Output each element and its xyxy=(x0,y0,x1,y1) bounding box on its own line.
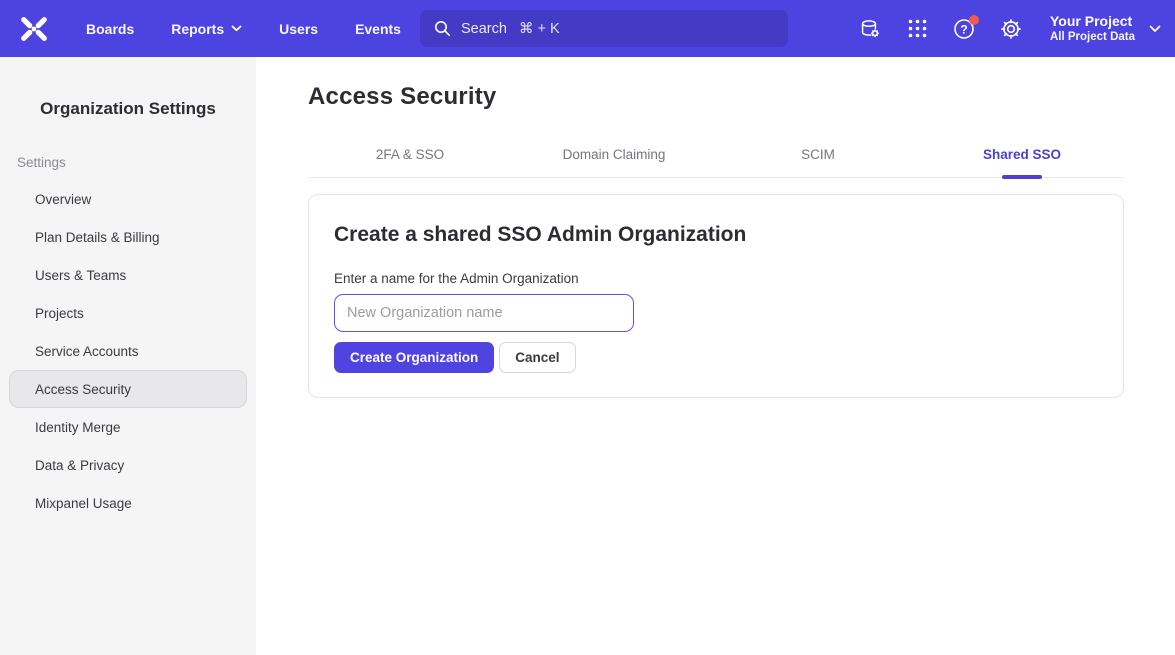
search-input[interactable]: Search ⌘ + K xyxy=(420,10,788,47)
sidebar-item-overview[interactable]: Overview xyxy=(9,180,247,218)
topbar-right: ? Your Project All Project Data xyxy=(859,0,1161,57)
sidebar-title: Organization Settings xyxy=(0,99,256,119)
project-name: Your Project xyxy=(1050,13,1135,30)
data-management-icon[interactable] xyxy=(859,18,881,40)
card-title: Create a shared SSO Admin Organization xyxy=(334,223,1098,247)
search-placeholder: Search xyxy=(461,21,507,37)
project-selector[interactable]: Your Project All Project Data xyxy=(1050,13,1161,45)
mixpanel-logo[interactable] xyxy=(16,13,52,44)
sidebar-item-users-teams[interactable]: Users & Teams xyxy=(9,256,247,294)
settings-gear-icon[interactable] xyxy=(1000,18,1022,40)
project-scope: All Project Data xyxy=(1050,30,1135,45)
access-security-tabs: 2FA & SSO Domain Claiming SCIM Shared SS… xyxy=(308,122,1124,178)
topbar: Boards Reports Users Events Search ⌘ + K xyxy=(0,0,1175,57)
org-name-field-label: Enter a name for the Admin Organization xyxy=(334,271,1098,286)
chevron-down-icon xyxy=(231,25,242,32)
sidebar-item-service-accounts[interactable]: Service Accounts xyxy=(9,332,247,370)
org-settings-sidebar: Organization Settings Settings Overview … xyxy=(0,57,256,655)
sidebar-item-projects[interactable]: Projects xyxy=(9,294,247,332)
cancel-button[interactable]: Cancel xyxy=(499,342,575,373)
page-title: Access Security xyxy=(308,83,1124,111)
tab-2fa-sso[interactable]: 2FA & SSO xyxy=(308,122,512,177)
search-icon xyxy=(434,20,451,37)
nav-boards[interactable]: Boards xyxy=(86,21,134,37)
sidebar-item-identity-merge[interactable]: Identity Merge xyxy=(9,408,247,446)
help-icon[interactable]: ? xyxy=(953,18,975,40)
tab-shared-sso[interactable]: Shared SSO xyxy=(920,122,1124,177)
sidebar-section-label: Settings xyxy=(17,155,256,170)
nav-users[interactable]: Users xyxy=(279,21,318,37)
sidebar-item-plan-details-billing[interactable]: Plan Details & Billing xyxy=(9,218,247,256)
main-content: Access Security 2FA & SSO Domain Claimin… xyxy=(256,57,1175,655)
sidebar-item-mixpanel-usage[interactable]: Mixpanel Usage xyxy=(9,484,247,522)
card-actions: Create Organization Cancel xyxy=(334,342,1098,373)
tab-domain-claiming[interactable]: Domain Claiming xyxy=(512,122,716,177)
main-nav: Boards Reports Users Events xyxy=(86,0,401,57)
nav-reports[interactable]: Reports xyxy=(171,21,242,37)
sidebar-item-access-security[interactable]: Access Security xyxy=(9,370,247,408)
notification-badge xyxy=(969,15,979,25)
chevron-down-icon xyxy=(1149,25,1161,33)
create-sso-org-card: Create a shared SSO Admin Organization E… xyxy=(308,194,1124,398)
tab-scim[interactable]: SCIM xyxy=(716,122,920,177)
active-tab-underline xyxy=(1002,175,1042,179)
sidebar-item-data-privacy[interactable]: Data & Privacy xyxy=(9,446,247,484)
nav-events[interactable]: Events xyxy=(355,21,401,37)
svg-text:?: ? xyxy=(960,22,967,36)
mixpanel-logo-icon xyxy=(18,15,50,43)
org-name-input[interactable] xyxy=(334,294,634,332)
apps-grid-icon[interactable] xyxy=(906,18,928,40)
search-shortcut: ⌘ + K xyxy=(519,21,560,37)
create-organization-button[interactable]: Create Organization xyxy=(334,342,494,373)
